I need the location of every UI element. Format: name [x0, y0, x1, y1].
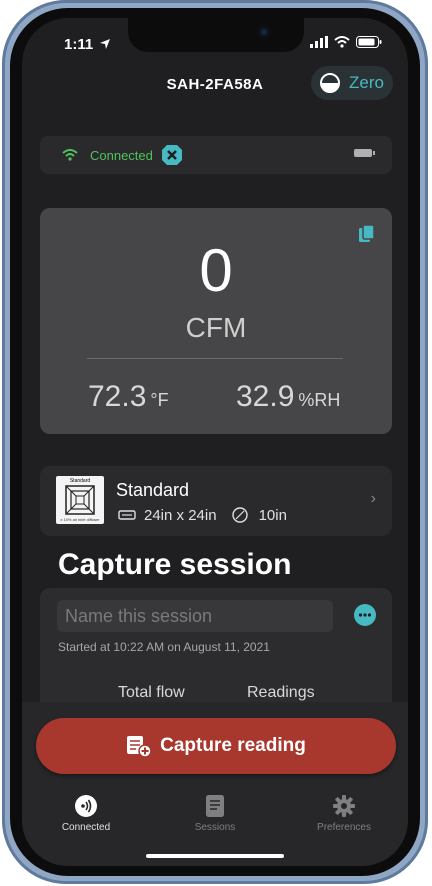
status-icons [310, 36, 382, 48]
status-time-text: 1:11 [64, 36, 94, 53]
temperature-reading: 72.3 °F [88, 380, 169, 414]
capture-icon [127, 736, 152, 758]
tabbar-connected[interactable]: Connected [36, 794, 136, 833]
tabbar-sessions[interactable]: Sessions [165, 794, 265, 833]
flow-value: 0 [199, 237, 233, 304]
hood-thumbnail: Standard x 10% air inlet diffuser [56, 476, 104, 524]
home-indicator[interactable] [146, 854, 284, 858]
tabbar-connected-label: Connected [61, 822, 111, 833]
hood-thumb-sub: x 10% air inlet diffuser [60, 517, 100, 522]
wifi-status-icon [334, 36, 350, 48]
hood-name: Standard [116, 480, 190, 500]
tabbar-preferences-label: Preferences [317, 822, 371, 833]
hood-selector[interactable]: Standard x 10% air inlet diffuser Standa… [40, 466, 392, 536]
location-arrow-icon [100, 39, 111, 49]
tab-readings[interactable]: Readings [247, 684, 315, 702]
reading-card: 0 CFM 72.3 °F 32.9 %RH [40, 208, 392, 434]
chevron-right-icon: › [370, 490, 376, 507]
session-heading: Capture session [58, 548, 292, 581]
humidity-unit: %RH [298, 390, 341, 410]
zero-label: Zero [349, 73, 384, 92]
status-time: 1:11 [64, 36, 111, 53]
capture-reading-label: Capture reading [160, 735, 306, 756]
device-battery-icon [354, 149, 375, 157]
capture-reading-button[interactable]: Capture reading [36, 718, 396, 774]
hood-specs: 24in x 24in 10in [118, 506, 287, 524]
flow-unit: CFM [185, 312, 247, 343]
size-icon [118, 510, 136, 520]
document-icon [206, 795, 224, 817]
cellular-signal-icon [310, 36, 328, 48]
camera-icon [258, 26, 270, 38]
temperature-value: 72.3 [88, 380, 147, 413]
connection-status-bar: Connected [40, 136, 392, 174]
hood-size: 24in x 24in [144, 506, 217, 524]
tabbar-preferences[interactable]: Preferences [294, 794, 394, 833]
session-name-input[interactable] [57, 600, 333, 632]
humidity-value: 32.9 [236, 380, 295, 413]
battery-status-icon [356, 36, 382, 48]
wifi-icon [62, 149, 78, 161]
more-options-icon[interactable] [354, 604, 376, 626]
gear-icon [333, 795, 355, 817]
reading-divider [87, 358, 343, 359]
humidity-reading: 32.9 %RH [236, 380, 340, 414]
hood-diameter: 10in [258, 506, 287, 524]
app-screen: 1:11 SAH-2FA58A Zero Connected 0 CFM 72.… [22, 18, 408, 866]
zero-button[interactable]: Zero [311, 66, 393, 100]
tabbar-sessions-label: Sessions [194, 822, 236, 833]
connected-icon [75, 795, 97, 817]
zero-icon [320, 73, 340, 93]
disconnect-icon[interactable] [161, 144, 183, 166]
session-started-text: Started at 10:22 AM on August 11, 2021 [58, 640, 270, 654]
tab-total-flow[interactable]: Total flow [118, 684, 185, 702]
diameter-icon [231, 507, 248, 523]
temperature-unit: °F [150, 390, 169, 410]
notch [128, 18, 304, 52]
connection-status-text: Connected [90, 147, 153, 163]
